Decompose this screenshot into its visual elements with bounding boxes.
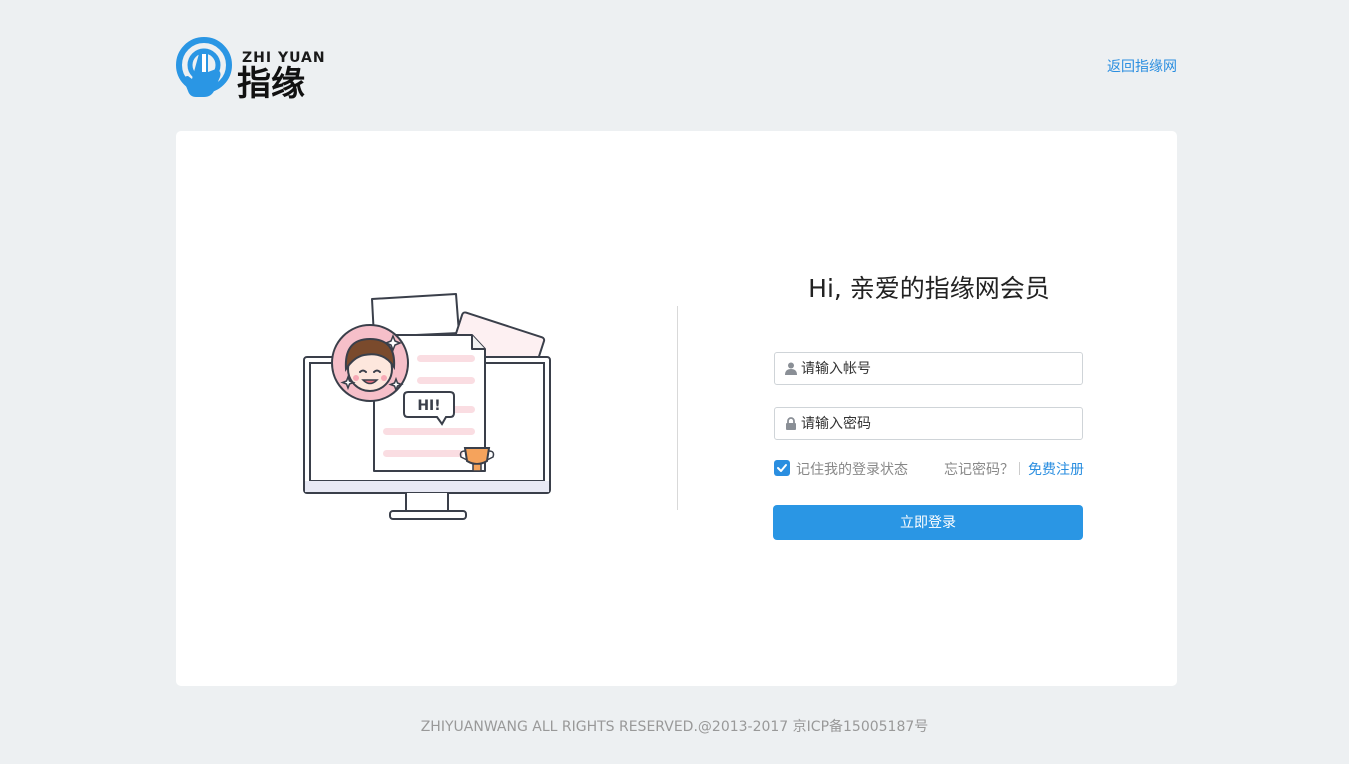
login-greeting: Hi, 亲爱的指缘网会员 <box>808 274 1050 303</box>
remember-label[interactable]: 记住我的登录状态 <box>796 459 908 479</box>
password-input[interactable] <box>801 408 1077 439</box>
back-to-site-link[interactable]: 返回指缘网 <box>1107 56 1177 76</box>
lock-icon <box>786 417 796 430</box>
monitor-illustration: HI! <box>303 293 551 520</box>
header: ZHI YUAN 指缘 返回指缘网 <box>176 28 1177 104</box>
link-separator <box>1019 462 1020 475</box>
hand-pointer-icon <box>176 37 232 97</box>
account-field[interactable] <box>774 352 1083 385</box>
forgot-password-link[interactable]: 忘记密码？ <box>944 459 1014 479</box>
login-options: 记住我的登录状态 忘记密码？ 免费注册 <box>774 459 1086 479</box>
register-link[interactable]: 免费注册 <box>1028 459 1084 479</box>
account-input[interactable] <box>801 353 1077 384</box>
logo-text-cn: 指缘 <box>237 64 305 104</box>
hi-bubble-text: HI! <box>417 398 440 414</box>
login-card: HI! Hi, 亲爱的指缘网会员 请输入帐号 记住我的登录状态 忘记密码？ 免费… <box>176 131 1177 686</box>
user-icon <box>785 362 797 375</box>
remember-checkbox[interactable] <box>774 460 790 476</box>
checkmark-icon <box>777 464 787 472</box>
welcome-illustration: HI! <box>302 293 554 523</box>
site-logo[interactable]: ZHI YUAN 指缘 <box>176 28 325 104</box>
login-button[interactable]: 立即登录 <box>773 505 1083 540</box>
footer-copyright: ZHIYUANWANG ALL RIGHTS RESERVED.@2013-20… <box>420 719 929 735</box>
password-field[interactable] <box>774 407 1083 440</box>
vertical-divider <box>677 306 678 510</box>
